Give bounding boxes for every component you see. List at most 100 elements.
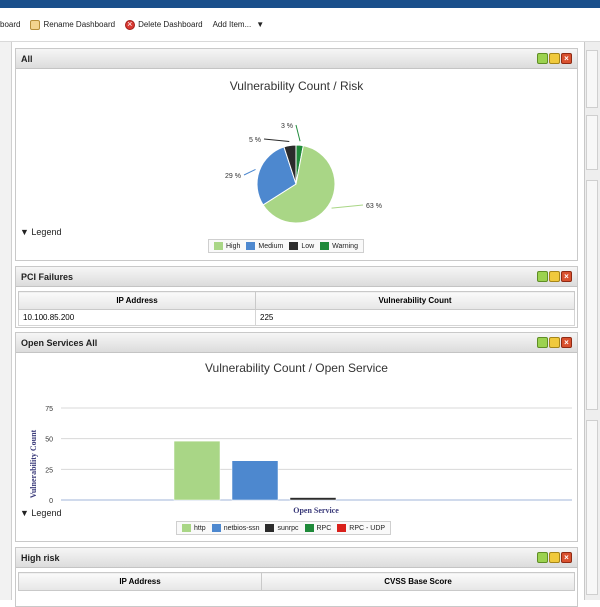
delete-icon xyxy=(125,19,136,30)
table-cell: 225 xyxy=(255,309,575,326)
legend-label: RPC - UDP xyxy=(349,524,386,532)
pie-leader-line xyxy=(263,138,290,143)
pie-data-label: 63 % xyxy=(366,203,382,210)
legend-swatch xyxy=(246,242,256,250)
close-icon[interactable]: × xyxy=(561,552,572,563)
legend-item[interactable]: netbios-ssn xyxy=(211,524,260,532)
rename-dashboard-label: Rename Dashboard xyxy=(43,20,116,29)
left-gutter xyxy=(0,42,12,600)
legend-swatch xyxy=(304,524,314,532)
legend-swatch xyxy=(265,524,275,532)
panel-title: PCI Failures xyxy=(21,272,74,282)
column-header[interactable]: IP Address xyxy=(18,291,256,310)
legend-item[interactable]: RPC - UDP xyxy=(337,524,385,532)
restore-icon[interactable] xyxy=(537,337,548,348)
table-cell: 10.100.85.200 xyxy=(18,309,256,326)
y-tick-label: 0 xyxy=(49,498,53,505)
rename-icon xyxy=(30,19,41,30)
legend-swatch xyxy=(289,242,299,250)
pie-leader-line xyxy=(331,204,364,209)
pie-leader-line xyxy=(295,124,301,142)
close-icon[interactable]: × xyxy=(561,53,572,64)
chevron-down-icon: ▼ xyxy=(256,20,265,29)
table-row[interactable]: 10.100.85.200 225 xyxy=(18,309,575,326)
restore-icon[interactable] xyxy=(537,271,548,282)
legend-item[interactable]: Warning xyxy=(320,242,358,250)
legend-label: Warning xyxy=(332,242,358,250)
legend-label: RPC xyxy=(316,524,332,532)
panel-header: Open Services All × xyxy=(16,333,577,353)
panel-open-services: Open Services All × Vulnerability Count … xyxy=(15,332,578,542)
right-panel-stub xyxy=(586,180,598,410)
y-tick-label: 50 xyxy=(45,437,53,444)
close-icon[interactable]: × xyxy=(561,271,572,282)
legend-label: Low xyxy=(301,242,315,250)
panel-title: Open Services All xyxy=(21,338,98,348)
legend-label: High xyxy=(226,242,241,250)
toolbar-partial-label[interactable]: board xyxy=(0,20,20,29)
app-top-bar xyxy=(0,0,600,8)
pie-chart: 3 % 63 % 29 % 5 % xyxy=(225,123,382,224)
legend-swatch xyxy=(182,524,191,532)
chart-legend: High Medium Low Warning xyxy=(208,239,364,253)
right-panel-stub xyxy=(586,115,598,170)
legend-item[interactable]: sunrpc xyxy=(265,524,299,532)
bar-chart: 0 25 50 75 Vulnerability Count Open Service xyxy=(29,406,572,515)
chart-legend: http netbios-ssn sunrpc RPC RPC - UDP xyxy=(176,521,392,535)
legend-swatch xyxy=(214,242,223,250)
panel-high-risk: High risk × IP Address CVSS Base Score xyxy=(15,547,578,607)
settings-icon[interactable] xyxy=(549,271,560,282)
legend-swatch xyxy=(337,524,347,532)
pci-table: IP Address Vulnerability Count 10.100.85… xyxy=(18,291,575,326)
high-risk-table: IP Address CVSS Base Score xyxy=(18,572,575,591)
bar-sunrpc[interactable] xyxy=(289,497,337,501)
legend-label: Medium xyxy=(258,242,284,250)
settings-icon[interactable] xyxy=(549,552,560,563)
y-tick-label: 25 xyxy=(45,467,53,474)
legend-toggle-label: Legend xyxy=(31,227,62,237)
pie-data-label: 5 % xyxy=(249,137,261,144)
right-panel-stub xyxy=(586,50,598,108)
legend-swatch xyxy=(211,524,221,532)
pie-leader-line xyxy=(243,168,256,176)
legend-label: http xyxy=(194,524,206,532)
column-header[interactable]: IP Address xyxy=(18,572,262,591)
settings-icon[interactable] xyxy=(549,337,560,348)
close-icon[interactable]: × xyxy=(561,337,572,348)
right-panel-stub xyxy=(586,420,598,595)
restore-icon[interactable] xyxy=(537,53,548,64)
panel-pci-failures: PCI Failures × IP Address Vulnerability … xyxy=(15,266,578,328)
legend-item[interactable]: http xyxy=(182,524,206,532)
pie-data-label: 29 % xyxy=(225,173,241,180)
settings-icon[interactable] xyxy=(549,53,560,64)
y-axis-label: Vulnerability Count xyxy=(29,429,38,498)
delete-dashboard-button[interactable]: Delete Dashboard xyxy=(125,19,203,30)
bar-netbios-ssn[interactable] xyxy=(231,460,279,501)
legend-label: netbios-ssn xyxy=(223,524,260,532)
legend-toggle-label: Legend xyxy=(31,508,62,518)
panel-title: High risk xyxy=(21,553,60,563)
bar-http[interactable] xyxy=(173,440,221,501)
panel-title: All xyxy=(21,54,33,64)
restore-icon[interactable] xyxy=(537,552,548,563)
column-header[interactable]: Vulnerability Count xyxy=(255,291,575,310)
panel-header: All × xyxy=(16,49,577,69)
panel-header: PCI Failures × xyxy=(16,267,577,287)
chart-title: Vulnerability Count / Open Service xyxy=(205,361,388,375)
legend-item[interactable]: High xyxy=(214,242,240,250)
legend-toggle[interactable]: ▼ Legend xyxy=(20,227,61,237)
legend-item[interactable]: Medium xyxy=(246,242,283,250)
panel-header: High risk × xyxy=(16,548,577,568)
legend-item[interactable]: Low xyxy=(289,242,314,250)
legend-item[interactable]: RPC xyxy=(304,524,332,532)
x-axis-label: Open Service xyxy=(293,506,339,515)
pie-data-label: 3 % xyxy=(281,123,293,130)
add-item-dropdown[interactable]: Add Item... ▼ xyxy=(213,20,265,29)
column-header[interactable]: CVSS Base Score xyxy=(261,572,575,591)
add-item-label: Add Item... xyxy=(212,20,252,29)
legend-toggle[interactable]: ▼ Legend xyxy=(20,508,61,518)
y-tick-label: 75 xyxy=(45,406,53,413)
delete-dashboard-label: Delete Dashboard xyxy=(138,20,203,29)
legend-label: sunrpc xyxy=(277,524,299,532)
rename-dashboard-button[interactable]: Rename Dashboard xyxy=(30,19,116,30)
